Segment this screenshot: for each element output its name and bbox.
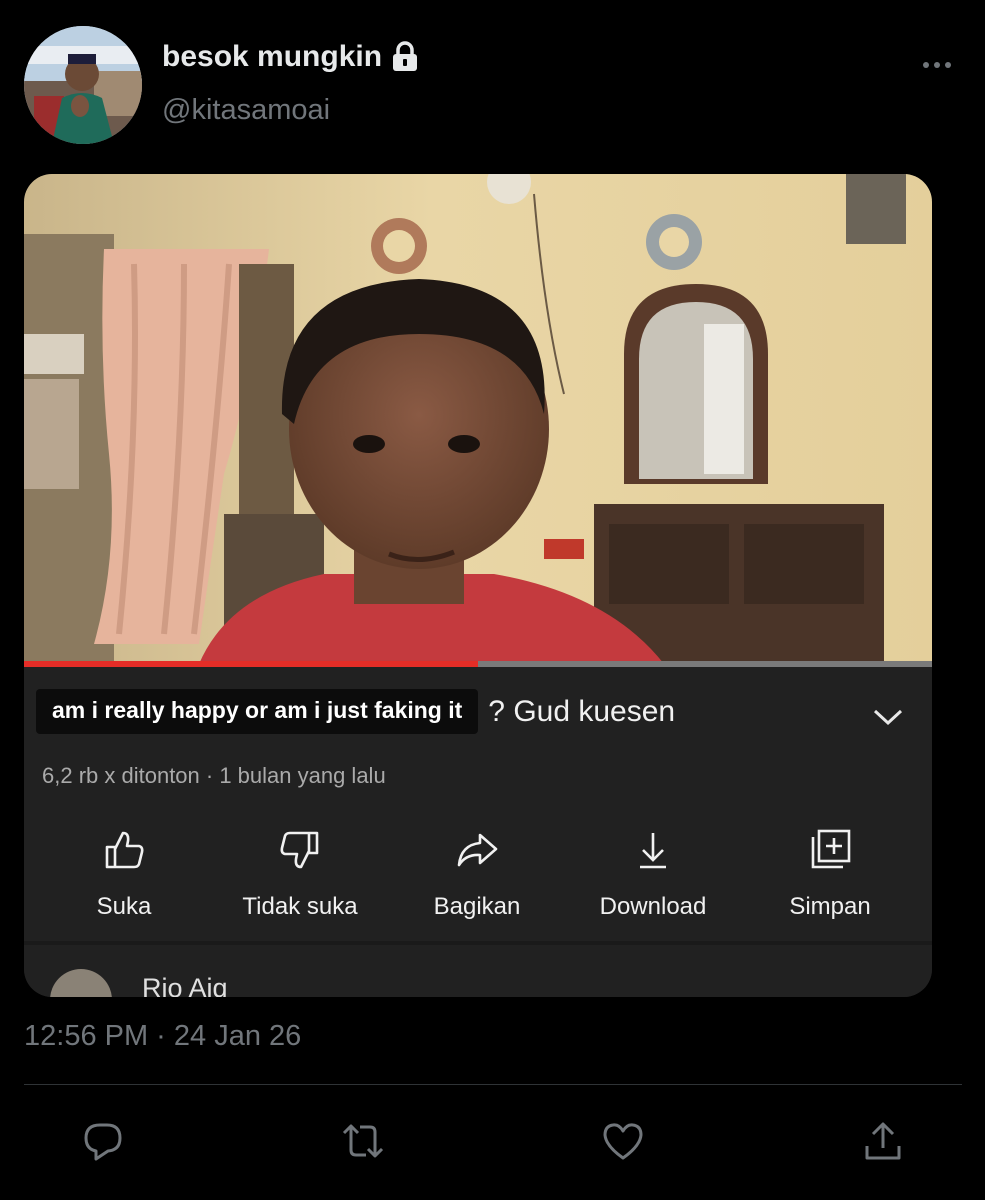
author-avatar[interactable] xyxy=(24,26,142,144)
share-video-label: Bagikan xyxy=(433,893,521,920)
retweet-button[interactable] xyxy=(340,1118,386,1164)
tweet-media-image[interactable]: am i really happy or am i just faking it… xyxy=(24,174,932,997)
reply-button[interactable] xyxy=(80,1118,126,1164)
video-action-bar: Suka Tidak suka Bagikan Download Simpan xyxy=(24,827,932,927)
like-button[interactable] xyxy=(600,1118,646,1164)
comment-author-name: Rio Aiq xyxy=(142,973,228,997)
like-icon xyxy=(603,1123,643,1160)
lock-icon xyxy=(393,41,418,71)
chevron-down-icon[interactable] xyxy=(872,707,904,727)
dislike-video-label: Tidak suka xyxy=(242,893,358,920)
share-icon xyxy=(457,833,498,867)
download-video-label: Download xyxy=(599,893,707,920)
video-frame xyxy=(24,174,932,664)
tweet-detail: besok mungkin @kitasamoai am i really ha… xyxy=(0,0,985,1200)
share-button[interactable] xyxy=(860,1118,906,1164)
youtube-info-panel: am i really happy or am i just faking it… xyxy=(24,667,932,997)
like-video-button[interactable]: Suka xyxy=(44,827,204,921)
tweet-timestamp[interactable]: 12:56 PM · 24 Jan 26 xyxy=(24,1020,301,1053)
reply-icon xyxy=(84,1123,122,1161)
save-video-label: Simpan xyxy=(789,893,871,920)
panel-divider xyxy=(24,941,932,945)
share-icon xyxy=(865,1122,901,1160)
save-playlist-icon xyxy=(811,829,851,869)
video-title-suffix: ? Gud kuesen xyxy=(488,694,676,728)
download-icon xyxy=(640,833,666,869)
video-title: am i really happy or am i just faking it… xyxy=(36,689,675,734)
thumbs-up-icon xyxy=(105,831,144,869)
comment-avatar xyxy=(50,969,112,997)
more-horizontal-icon[interactable] xyxy=(918,52,958,78)
author-display-name[interactable]: besok mungkin xyxy=(162,40,420,74)
save-video-button[interactable]: Simpan xyxy=(750,827,910,921)
video-meta: 6,2 rb x ditonton · 1 bulan yang lalu xyxy=(42,763,386,788)
thumbs-down-icon xyxy=(280,831,319,869)
share-video-button[interactable]: Bagikan xyxy=(397,827,557,921)
video-title-caption: am i really happy or am i just faking it xyxy=(36,689,479,734)
divider xyxy=(24,1084,962,1085)
author-name-text: besok mungkin xyxy=(162,40,383,73)
dislike-video-button[interactable]: Tidak suka xyxy=(220,827,380,921)
author-handle[interactable]: @kitasamoai xyxy=(162,94,330,127)
download-video-button[interactable]: Download xyxy=(573,827,733,921)
retweet-icon xyxy=(342,1124,384,1158)
like-video-label: Suka xyxy=(96,893,152,920)
